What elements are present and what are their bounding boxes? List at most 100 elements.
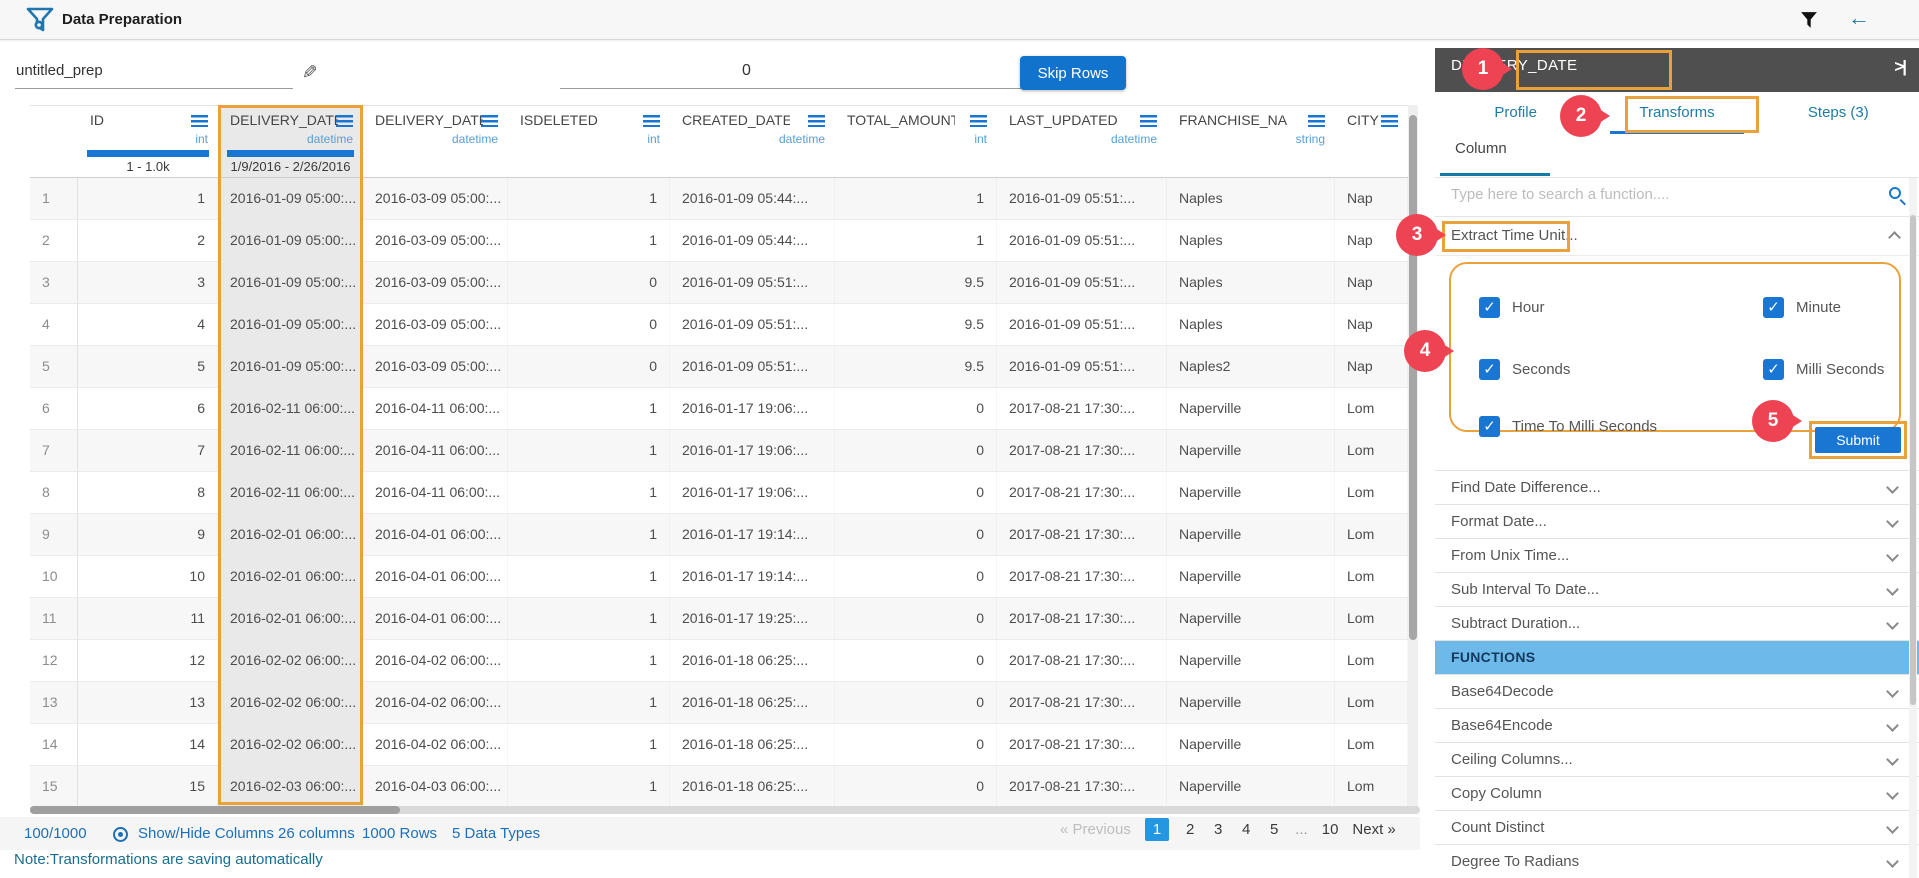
pagination-page-2[interactable]: 2 [1183, 821, 1197, 838]
table-row: 10102016-02-01 06:00:...2016-04-01 06:00… [30, 556, 1408, 598]
horizontal-scrollbar-thumb[interactable] [30, 806, 400, 814]
table-cell: 2016-01-09 05:51:... [997, 262, 1167, 303]
table-cell: 0 [508, 304, 670, 345]
transform-item-subtract-duration-[interactable]: Subtract Duration... [1435, 606, 1919, 640]
pagination-page-10[interactable]: 10 [1322, 821, 1339, 838]
table-cell: 2017-08-21 17:30:... [997, 682, 1167, 723]
function-search-input[interactable] [1451, 186, 1871, 203]
table-cell: Lom [1335, 766, 1408, 807]
show-hide-eye-icon[interactable] [113, 827, 128, 842]
column-menu-icon[interactable] [970, 115, 987, 127]
transform-item-ceiling-columns-[interactable]: Ceiling Columns... [1435, 742, 1919, 776]
transform-item-base64encode[interactable]: Base64Encode [1435, 708, 1919, 742]
prep-name-underline [15, 88, 293, 89]
transform-item-from-unix-time-[interactable]: From Unix Time... [1435, 538, 1919, 572]
transform-item-degree-to-radians[interactable]: Degree To Radians [1435, 844, 1919, 878]
transform-item-find-date-difference-[interactable]: Find Date Difference... [1435, 470, 1919, 504]
column-header-id[interactable]: IDint1 - 1.0k [78, 106, 218, 177]
column-header-last-updated-d-[interactable]: LAST_UPDATED_D...datetime [997, 106, 1167, 177]
table-cell: 2016-01-17 19:06:... [670, 388, 835, 429]
column-menu-icon[interactable] [643, 115, 660, 127]
collapse-panel-icon[interactable]: >| [1894, 57, 1905, 77]
table-row: 552016-01-09 05:00:...2016-03-09 05:00:.… [30, 346, 1408, 388]
pagination-page-3[interactable]: 3 [1211, 821, 1225, 838]
transform-item-copy-column[interactable]: Copy Column [1435, 776, 1919, 810]
pagination-previous[interactable]: « Previous [1060, 821, 1131, 838]
column-header-delivery-date-a-[interactable]: DELIVERY_DATE_a...datetime [363, 106, 508, 177]
checkbox-checked-icon[interactable]: ✓ [1763, 359, 1784, 380]
column-menu-icon[interactable] [1140, 115, 1157, 127]
table-cell: 0 [835, 514, 997, 555]
column-menu-icon[interactable] [336, 115, 353, 127]
search-icon[interactable] [1889, 187, 1901, 199]
annotation-marker-2: 2 [1560, 95, 1602, 137]
column-header-franchise-name[interactable]: FRANCHISE_NAMEstring [1167, 106, 1335, 177]
back-arrow-icon[interactable]: ← [1848, 5, 1870, 31]
checkbox-seconds[interactable]: ✓Seconds [1479, 359, 1570, 380]
table-cell: 9.5 [835, 346, 997, 387]
chevron-down-icon [1886, 787, 1899, 800]
column-menu-icon[interactable] [1381, 115, 1398, 127]
checkbox-checked-icon[interactable]: ✓ [1479, 359, 1500, 380]
table-cell: 2016-02-11 06:00:... [218, 472, 363, 513]
table-row: 14142016-02-02 06:00:...2016-04-02 06:00… [30, 724, 1408, 766]
vertical-scrollbar-thumb[interactable] [1409, 115, 1417, 640]
table-cell: 2016-01-17 19:25:... [670, 598, 835, 639]
table-row: 112016-01-09 05:00:...2016-03-09 05:00:.… [30, 178, 1408, 220]
panel-scrollbar-thumb[interactable] [1910, 215, 1916, 705]
column-header-city[interactable]: CITY [1335, 106, 1408, 177]
column-menu-icon[interactable] [481, 115, 498, 127]
checkbox-hour[interactable]: ✓Hour [1479, 297, 1545, 318]
column-header-delivery-date[interactable]: DELIVERY_DATEdatetime1/9/2016 - 2/26/201… [218, 106, 363, 177]
submit-button[interactable]: Submit [1815, 427, 1901, 453]
table-cell: 13 [78, 682, 218, 723]
checkbox-checked-icon[interactable]: ✓ [1763, 297, 1784, 318]
tab-column[interactable]: Column [1455, 140, 1507, 157]
table-cell: 2017-08-21 17:30:... [997, 388, 1167, 429]
column-menu-icon[interactable] [1308, 115, 1325, 127]
skip-rows-input[interactable]: 0 [742, 62, 751, 80]
transform-item-base64decode[interactable]: Base64Decode [1435, 674, 1919, 708]
column-type: int [195, 132, 208, 146]
checkbox-time-to-milli-seconds[interactable]: ✓Time To Milli Seconds [1479, 416, 1657, 437]
column-header-created-date[interactable]: CREATED_DATEdatetime [670, 106, 835, 177]
checkbox-checked-icon[interactable]: ✓ [1479, 416, 1500, 437]
pagination-page-4[interactable]: 4 [1239, 821, 1253, 838]
transform-item-format-date-[interactable]: Format Date... [1435, 504, 1919, 538]
column-menu-icon[interactable] [191, 115, 208, 127]
checkbox-checked-icon[interactable]: ✓ [1479, 297, 1500, 318]
row-number: 13 [30, 682, 78, 723]
pagination: « Previous12345...10Next » [1060, 818, 1396, 841]
transform-item-sub-interval-to-date-[interactable]: Sub Interval To Date... [1435, 572, 1919, 606]
table-cell: Naperville [1167, 556, 1335, 597]
table-cell: 11 [78, 598, 218, 639]
checkbox-milli-seconds[interactable]: ✓Milli Seconds [1763, 359, 1884, 380]
column-menu-icon[interactable] [808, 115, 825, 127]
column-header-total-amount[interactable]: TOTAL_AMOUNTint [835, 106, 997, 177]
column-name: DELIVERY_DATE_a... [375, 112, 483, 128]
column-name: TOTAL_AMOUNT [847, 112, 955, 128]
table-cell: 0 [835, 682, 997, 723]
pagination-page-1[interactable]: 1 [1145, 818, 1169, 841]
skip-rows-button[interactable]: Skip Rows [1020, 56, 1126, 90]
table-cell: Naperville [1167, 682, 1335, 723]
tab-steps-3-[interactable]: Steps (3) [1758, 92, 1919, 136]
show-hide-columns-link[interactable]: Show/Hide Columns [138, 825, 274, 842]
pagination-page-5[interactable]: 5 [1267, 821, 1281, 838]
tab-transforms[interactable]: Transforms [1596, 92, 1757, 136]
table-cell: 2016-01-18 06:25:... [670, 640, 835, 681]
column-header-isdeleted[interactable]: ISDELETEDint [508, 106, 670, 177]
checkbox-minute[interactable]: ✓Minute [1763, 297, 1841, 318]
pagination-next[interactable]: Next » [1352, 821, 1395, 838]
filter-icon[interactable] [1800, 11, 1818, 29]
transform-item-extract-time-unit[interactable]: Extract Time Unit... [1435, 217, 1919, 256]
table-row: 15152016-02-03 06:00:...2016-04-03 06:00… [30, 766, 1408, 808]
table-cell: 2016-03-09 05:00:... [363, 178, 508, 219]
edit-pencil-icon[interactable]: ✎ [296, 64, 319, 80]
table-cell: 2016-01-09 05:00:... [218, 178, 363, 219]
transform-item-count-distinct[interactable]: Count Distinct [1435, 810, 1919, 844]
table-cell: 2016-01-09 05:51:... [670, 346, 835, 387]
prep-name-input[interactable]: untitled_prep [16, 62, 103, 79]
table-cell: 2016-01-09 05:51:... [670, 304, 835, 345]
table-cell: 2016-01-17 19:14:... [670, 514, 835, 555]
